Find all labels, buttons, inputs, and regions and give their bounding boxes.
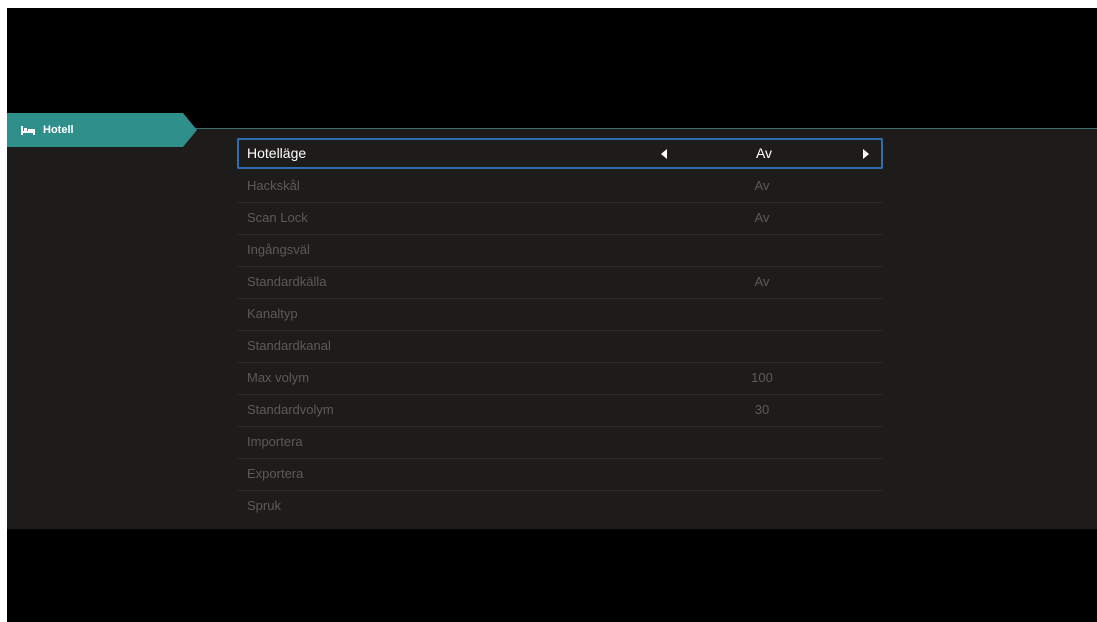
menu-item-value: Av [754, 178, 770, 193]
menu-item-value: 100 [751, 370, 773, 385]
menu-item-default-channel[interactable]: Standardkanal [237, 331, 883, 363]
menu-item-export[interactable]: Exportera [237, 459, 883, 491]
menu-item-label: Scan Lock [247, 210, 308, 225]
menu-item-label: Spruk [247, 498, 281, 513]
menu-item-label: Standardvolym [247, 402, 334, 417]
hotel-settings-menu: Hotelläge Av Hackskål Av Scan Lock Av In… [237, 138, 883, 522]
sidebar-tab-hotel[interactable]: Hotell [7, 113, 197, 147]
menu-item-value: Av [754, 210, 770, 225]
menu-item-default-source[interactable]: Standardkälla Av [237, 267, 883, 299]
menu-item-scan-lock[interactable]: Scan Lock Av [237, 203, 883, 235]
menu-item-label: Ingångsväl [247, 242, 310, 257]
menu-item-label: Standardkanal [247, 338, 331, 353]
menu-item-max-volume[interactable]: Max volym 100 [237, 363, 883, 395]
menu-item-hackskal[interactable]: Hackskål Av [237, 171, 883, 203]
menu-item-input-select[interactable]: Ingångsväl [237, 235, 883, 267]
menu-item-label: Standardkälla [247, 274, 327, 289]
menu-item-import[interactable]: Importera [237, 427, 883, 459]
menu-item-value: Av [755, 145, 773, 161]
arrow-right-icon[interactable] [863, 149, 869, 159]
menu-item-value: Av [754, 274, 770, 289]
menu-item-label: Max volym [247, 370, 310, 385]
menu-item-channel-type[interactable]: Kanaltyp [237, 299, 883, 331]
menu-item-label: Hotelläge [247, 145, 307, 161]
menu-item-label: Kanaltyp [247, 306, 298, 321]
sidebar-tab-label: Hotell [43, 124, 74, 136]
arrow-left-icon[interactable] [661, 149, 667, 159]
menu-item-default-volume[interactable]: Standardvolym 30 [237, 395, 883, 427]
menu-item-language[interactable]: Spruk [237, 491, 883, 522]
menu-item-label: Importera [247, 434, 303, 449]
menu-item-value: 30 [754, 402, 770, 417]
menu-item-hotel-mode[interactable]: Hotelläge Av [237, 138, 883, 169]
menu-item-label: Exportera [247, 466, 304, 481]
hotel-icon [19, 124, 37, 136]
tv-screen: Hotell Hotelläge Av Hackskål Av Scan Loc… [7, 8, 1097, 622]
menu-item-label: Hackskål [247, 178, 300, 193]
